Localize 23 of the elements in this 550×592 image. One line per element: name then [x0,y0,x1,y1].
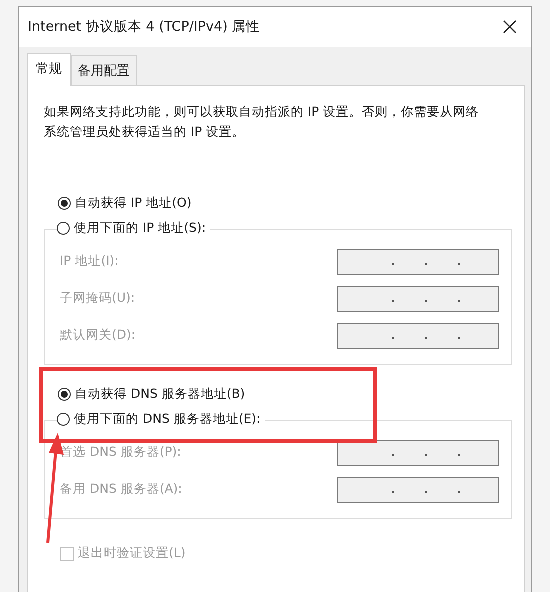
ip-address-field[interactable] [337,286,499,312]
description-text: 如果网络支持此功能，则可以获取自动指派的 IP 设置。否则，你需要从网络系统管理员处获得适当的 IP 设置。 [44,103,480,141]
radio-button[interactable] [57,413,70,426]
close-icon[interactable] [503,20,517,34]
radio-label: 自动获得 IP 地址(O) [75,195,192,212]
checkbox-label: 退出时验证设置(L) [78,545,186,562]
radio-label: 自动获得 DNS 服务器地址(B) [75,386,246,403]
radio-button[interactable] [58,388,71,401]
tab[interactable]: 常规 [27,53,71,86]
ip-address-field[interactable] [337,440,499,466]
radio-button[interactable] [57,222,70,235]
radio-button[interactable] [58,197,71,210]
tab[interactable]: 备用配置 [71,55,137,85]
field-label: 默认网关(D): [60,327,136,344]
field-label: 子网掩码(U): [60,290,136,307]
radio-label: 使用下面的 IP 地址(S): [74,220,206,237]
ip-address-field[interactable] [337,322,499,348]
ip-address-field[interactable] [337,476,499,502]
window-title: Internet 协议版本 4 (TCP/IPv4) 属性 [28,18,260,36]
radio-label: 使用下面的 DNS 服务器地址(E): [74,411,261,428]
field-label: IP 地址(I): [60,253,119,270]
field-label: 备用 DNS 服务器(A): [60,481,182,498]
ip-address-field[interactable] [337,248,499,274]
